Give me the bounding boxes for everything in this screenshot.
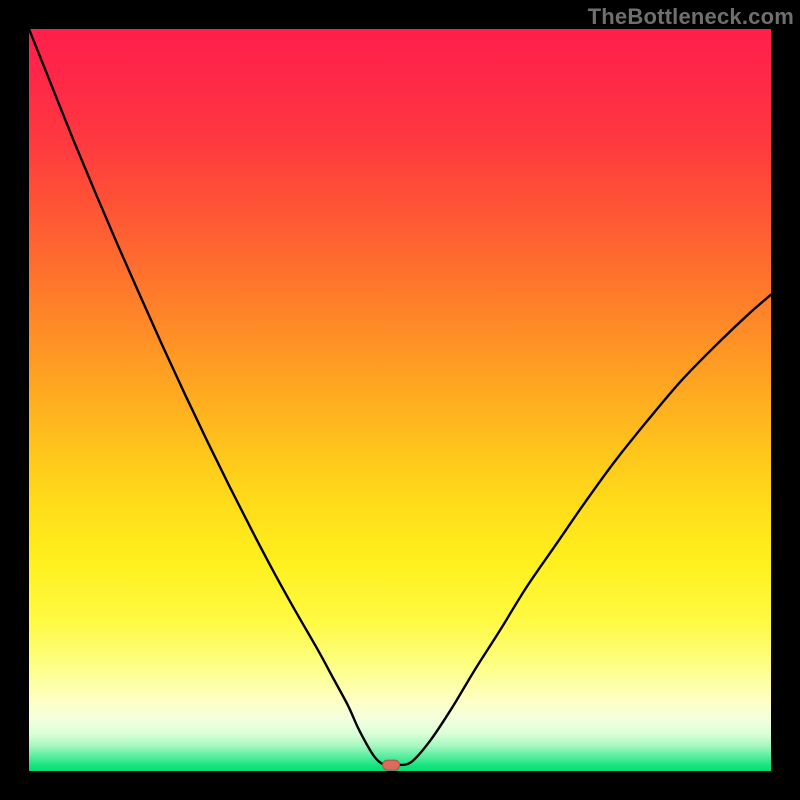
gradient-background xyxy=(29,29,771,771)
watermark-text: TheBottleneck.com xyxy=(588,4,794,30)
bottleneck-chart xyxy=(29,29,771,771)
chart-frame xyxy=(29,29,771,771)
optimal-point-marker xyxy=(383,760,400,770)
